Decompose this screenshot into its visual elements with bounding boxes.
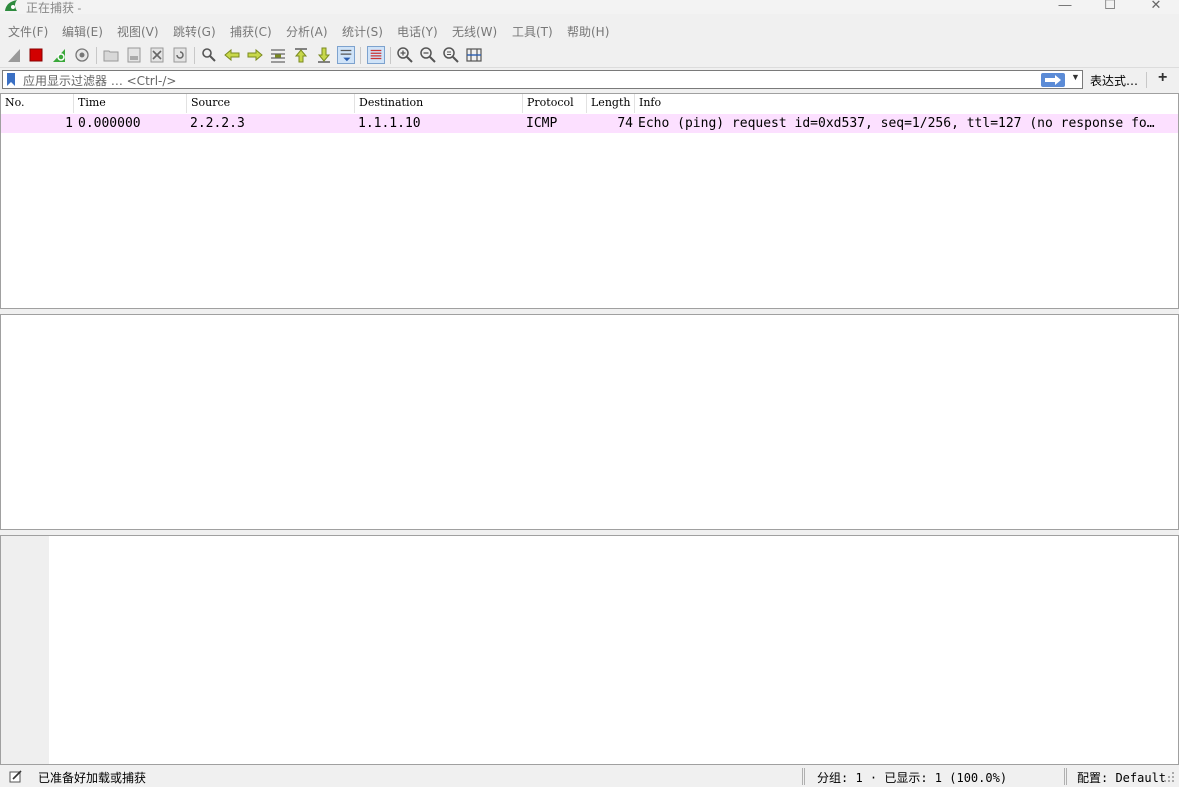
cell-info: Echo (ping) request id=0xd537, seq=1/256…: [638, 116, 1155, 131]
menu-file[interactable]: 文件(F): [8, 23, 48, 40]
packet-details-pane[interactable]: [0, 314, 1179, 530]
stop-capture-icon[interactable]: [27, 46, 45, 64]
menu-view[interactable]: 视图(V): [117, 23, 159, 40]
menu-bar: 文件(F) 编辑(E) 视图(V) 跳转(G) 捕获(C) 分析(A) 统计(S…: [0, 20, 1179, 42]
menu-telephony[interactable]: 电话(Y): [397, 23, 438, 40]
column-header-protocol[interactable]: Protocol: [523, 94, 587, 113]
resize-columns-icon[interactable]: [465, 46, 483, 64]
zoom-out-icon[interactable]: [419, 46, 437, 64]
reload-file-icon[interactable]: [171, 46, 189, 64]
menu-go[interactable]: 跳转(G): [173, 23, 216, 40]
status-divider: [1064, 768, 1067, 785]
expression-button[interactable]: 表达式…: [1090, 72, 1138, 89]
save-file-icon[interactable]: [125, 46, 143, 64]
cell-length: 74: [617, 116, 633, 131]
filter-placeholder: 应用显示过滤器 … <Ctrl-/>: [23, 74, 177, 88]
capture-options-icon[interactable]: [73, 46, 91, 64]
resize-grip-icon[interactable]: [1163, 771, 1175, 783]
wireshark-app-icon: [5, 0, 17, 11]
cell-source: 2.2.2.3: [190, 116, 245, 131]
profile-label[interactable]: 配置: Default: [1077, 769, 1166, 786]
menu-capture[interactable]: 捕获(C): [230, 23, 272, 40]
colorize-icon[interactable]: [367, 46, 385, 64]
go-to-packet-icon[interactable]: [269, 46, 287, 64]
first-packet-icon[interactable]: [292, 46, 310, 64]
expert-info-icon[interactable]: [9, 769, 23, 783]
maximize-button[interactable]: ☐: [1087, 0, 1133, 13]
bookmark-icon[interactable]: [6, 73, 16, 86]
menu-wireless[interactable]: 无线(W): [452, 23, 497, 40]
column-header-source[interactable]: Source: [187, 94, 355, 113]
close-file-icon[interactable]: [148, 46, 166, 64]
status-message: 已准备好加载或捕获: [38, 771, 147, 785]
menu-statistics[interactable]: 统计(S): [342, 23, 383, 40]
normal-size-icon[interactable]: [442, 46, 460, 64]
go-back-icon[interactable]: [223, 46, 241, 64]
minimize-button[interactable]: —: [1042, 0, 1088, 13]
menu-analyze[interactable]: 分析(A): [286, 23, 328, 40]
toolbar-separator: [96, 47, 97, 64]
toolbar-separator: [194, 47, 195, 64]
last-packet-icon[interactable]: [315, 46, 333, 64]
column-header-length[interactable]: Length: [587, 94, 635, 113]
go-forward-icon[interactable]: [246, 46, 264, 64]
find-packet-icon[interactable]: [200, 46, 218, 64]
column-header-info[interactable]: Info: [635, 94, 1178, 113]
shark-fin-icon[interactable]: [5, 46, 23, 64]
menu-edit[interactable]: 编辑(E): [62, 23, 103, 40]
cell-destination: 1.1.1.10: [358, 116, 421, 131]
table-row[interactable]: 1 0.000000 2.2.2.3 1.1.1.10 ICMP 74 Echo…: [1, 114, 1178, 133]
display-filter-input[interactable]: 应用显示过滤器 … <Ctrl-/> ▼: [2, 70, 1083, 89]
open-file-icon[interactable]: [102, 46, 120, 64]
packet-bytes-pane[interactable]: [0, 535, 1179, 765]
cell-no: 1: [65, 116, 73, 131]
toolbar-separator: [360, 47, 361, 64]
menu-tools[interactable]: 工具(T): [512, 23, 553, 40]
close-button[interactable]: ✕: [1133, 0, 1179, 13]
toolbar-separator: [390, 47, 391, 64]
filter-separator: [1146, 72, 1147, 88]
cell-time: 0.000000: [78, 116, 141, 131]
packet-count: 分组: 1 · 已显示: 1 (100.0%): [817, 771, 1008, 785]
packet-list-pane[interactable]: No. Time Source Destination Protocol Len…: [0, 93, 1179, 309]
title-bar: 正在捕获 - — ☐ ✕: [0, 0, 1179, 15]
column-header-destination[interactable]: Destination: [355, 94, 523, 113]
zoom-in-icon[interactable]: [396, 46, 414, 64]
restart-capture-icon[interactable]: [50, 46, 68, 64]
add-filter-button[interactable]: +: [1158, 69, 1167, 87]
apply-filter-arrow-icon[interactable]: [1041, 73, 1065, 87]
main-toolbar: [0, 43, 1179, 68]
menu-help[interactable]: 帮助(H): [567, 23, 609, 40]
status-bar: 已准备好加载或捕获 分组: 1 · 已显示: 1 (100.0%) 配置: De…: [0, 766, 1179, 787]
display-filter-bar: 应用显示过滤器 … <Ctrl-/> ▼ 表达式… +: [0, 69, 1179, 91]
column-header-time[interactable]: Time: [74, 94, 187, 113]
window-title: 正在捕获 -: [26, 1, 82, 15]
auto-scroll-icon[interactable]: [337, 46, 355, 64]
cell-protocol: ICMP: [526, 116, 558, 131]
status-divider: [802, 768, 805, 785]
column-header-no[interactable]: No.: [1, 94, 74, 113]
bytes-offset-gutter: [1, 536, 49, 764]
filter-history-dropdown-icon[interactable]: ▼: [1071, 72, 1080, 82]
